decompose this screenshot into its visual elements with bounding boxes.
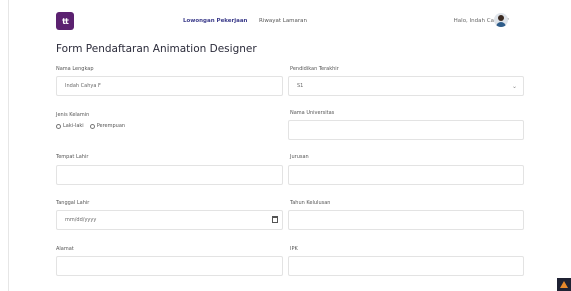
- tanggal-placeholder: mm/dd/yyyy: [65, 217, 97, 223]
- nama-value: Indah Cahya F: [65, 83, 101, 89]
- calendar-icon[interactable]: [272, 216, 278, 223]
- left-border: [8, 0, 9, 291]
- nav-link-lowongan[interactable]: Lowongan Pekerjaan: [183, 18, 247, 24]
- corner-badge[interactable]: [557, 278, 571, 291]
- top-navbar: tt Lowongan Pekerjaan Riwayat Lamaran Ha…: [0, 0, 571, 40]
- tanggal-lahir-label: Tanggal Lahir: [56, 200, 90, 206]
- nav-link-riwayat[interactable]: Riwayat Lamaran: [259, 18, 307, 24]
- page-title: Form Pendaftaran Animation Designer: [56, 43, 257, 55]
- tanggal-lahir-field[interactable]: mm/dd/yyyy: [56, 210, 283, 230]
- ipk-label: IPK: [290, 246, 298, 252]
- brand-logo[interactable]: tt: [56, 12, 74, 30]
- radio-label-laki-laki: Laki-laki: [63, 123, 84, 129]
- universitas-field[interactable]: [288, 120, 524, 140]
- alamat-label: Alamat: [56, 246, 74, 252]
- logo-text: tt: [62, 16, 69, 26]
- radio-laki-laki[interactable]: Laki-laki: [56, 123, 84, 129]
- tahun-kelulusan-field[interactable]: [288, 210, 524, 230]
- radio-label-perempuan: Perempuan: [96, 123, 126, 129]
- avatar-body: [496, 22, 506, 27]
- pendidikan-select[interactable]: S1 ⌄: [288, 76, 524, 96]
- jurusan-field[interactable]: [288, 165, 524, 185]
- tempat-lahir-label: Tempat Lahir: [56, 154, 89, 160]
- jenis-kelamin-radios: Laki-laki Perempuan: [56, 123, 125, 129]
- ipk-field[interactable]: [288, 256, 524, 276]
- tahun-kelulusan-label: Tahun Kelulusan: [290, 200, 331, 206]
- jenis-kelamin-label: Jenis Kelamin: [56, 112, 90, 118]
- avatar-head: [498, 15, 504, 21]
- alamat-field[interactable]: [56, 256, 283, 276]
- pendidikan-value: S1: [297, 83, 304, 89]
- radio-circle-icon: [56, 123, 61, 129]
- nama-label: Nama Lengkap: [56, 66, 94, 72]
- radio-circle-icon: [89, 123, 95, 129]
- jurusan-label: Jurusan: [290, 154, 309, 160]
- nama-field[interactable]: Indah Cahya F: [56, 76, 283, 96]
- universitas-label: Nama Universitas: [290, 110, 335, 116]
- chevron-down-icon: ⌄: [511, 83, 517, 90]
- tempat-lahir-field[interactable]: [56, 165, 283, 185]
- warning-icon: [560, 281, 568, 288]
- avatar[interactable]: [494, 13, 508, 27]
- radio-perempuan[interactable]: Perempuan: [89, 123, 126, 129]
- pendidikan-label: Pendidikan Terakhir: [290, 66, 339, 72]
